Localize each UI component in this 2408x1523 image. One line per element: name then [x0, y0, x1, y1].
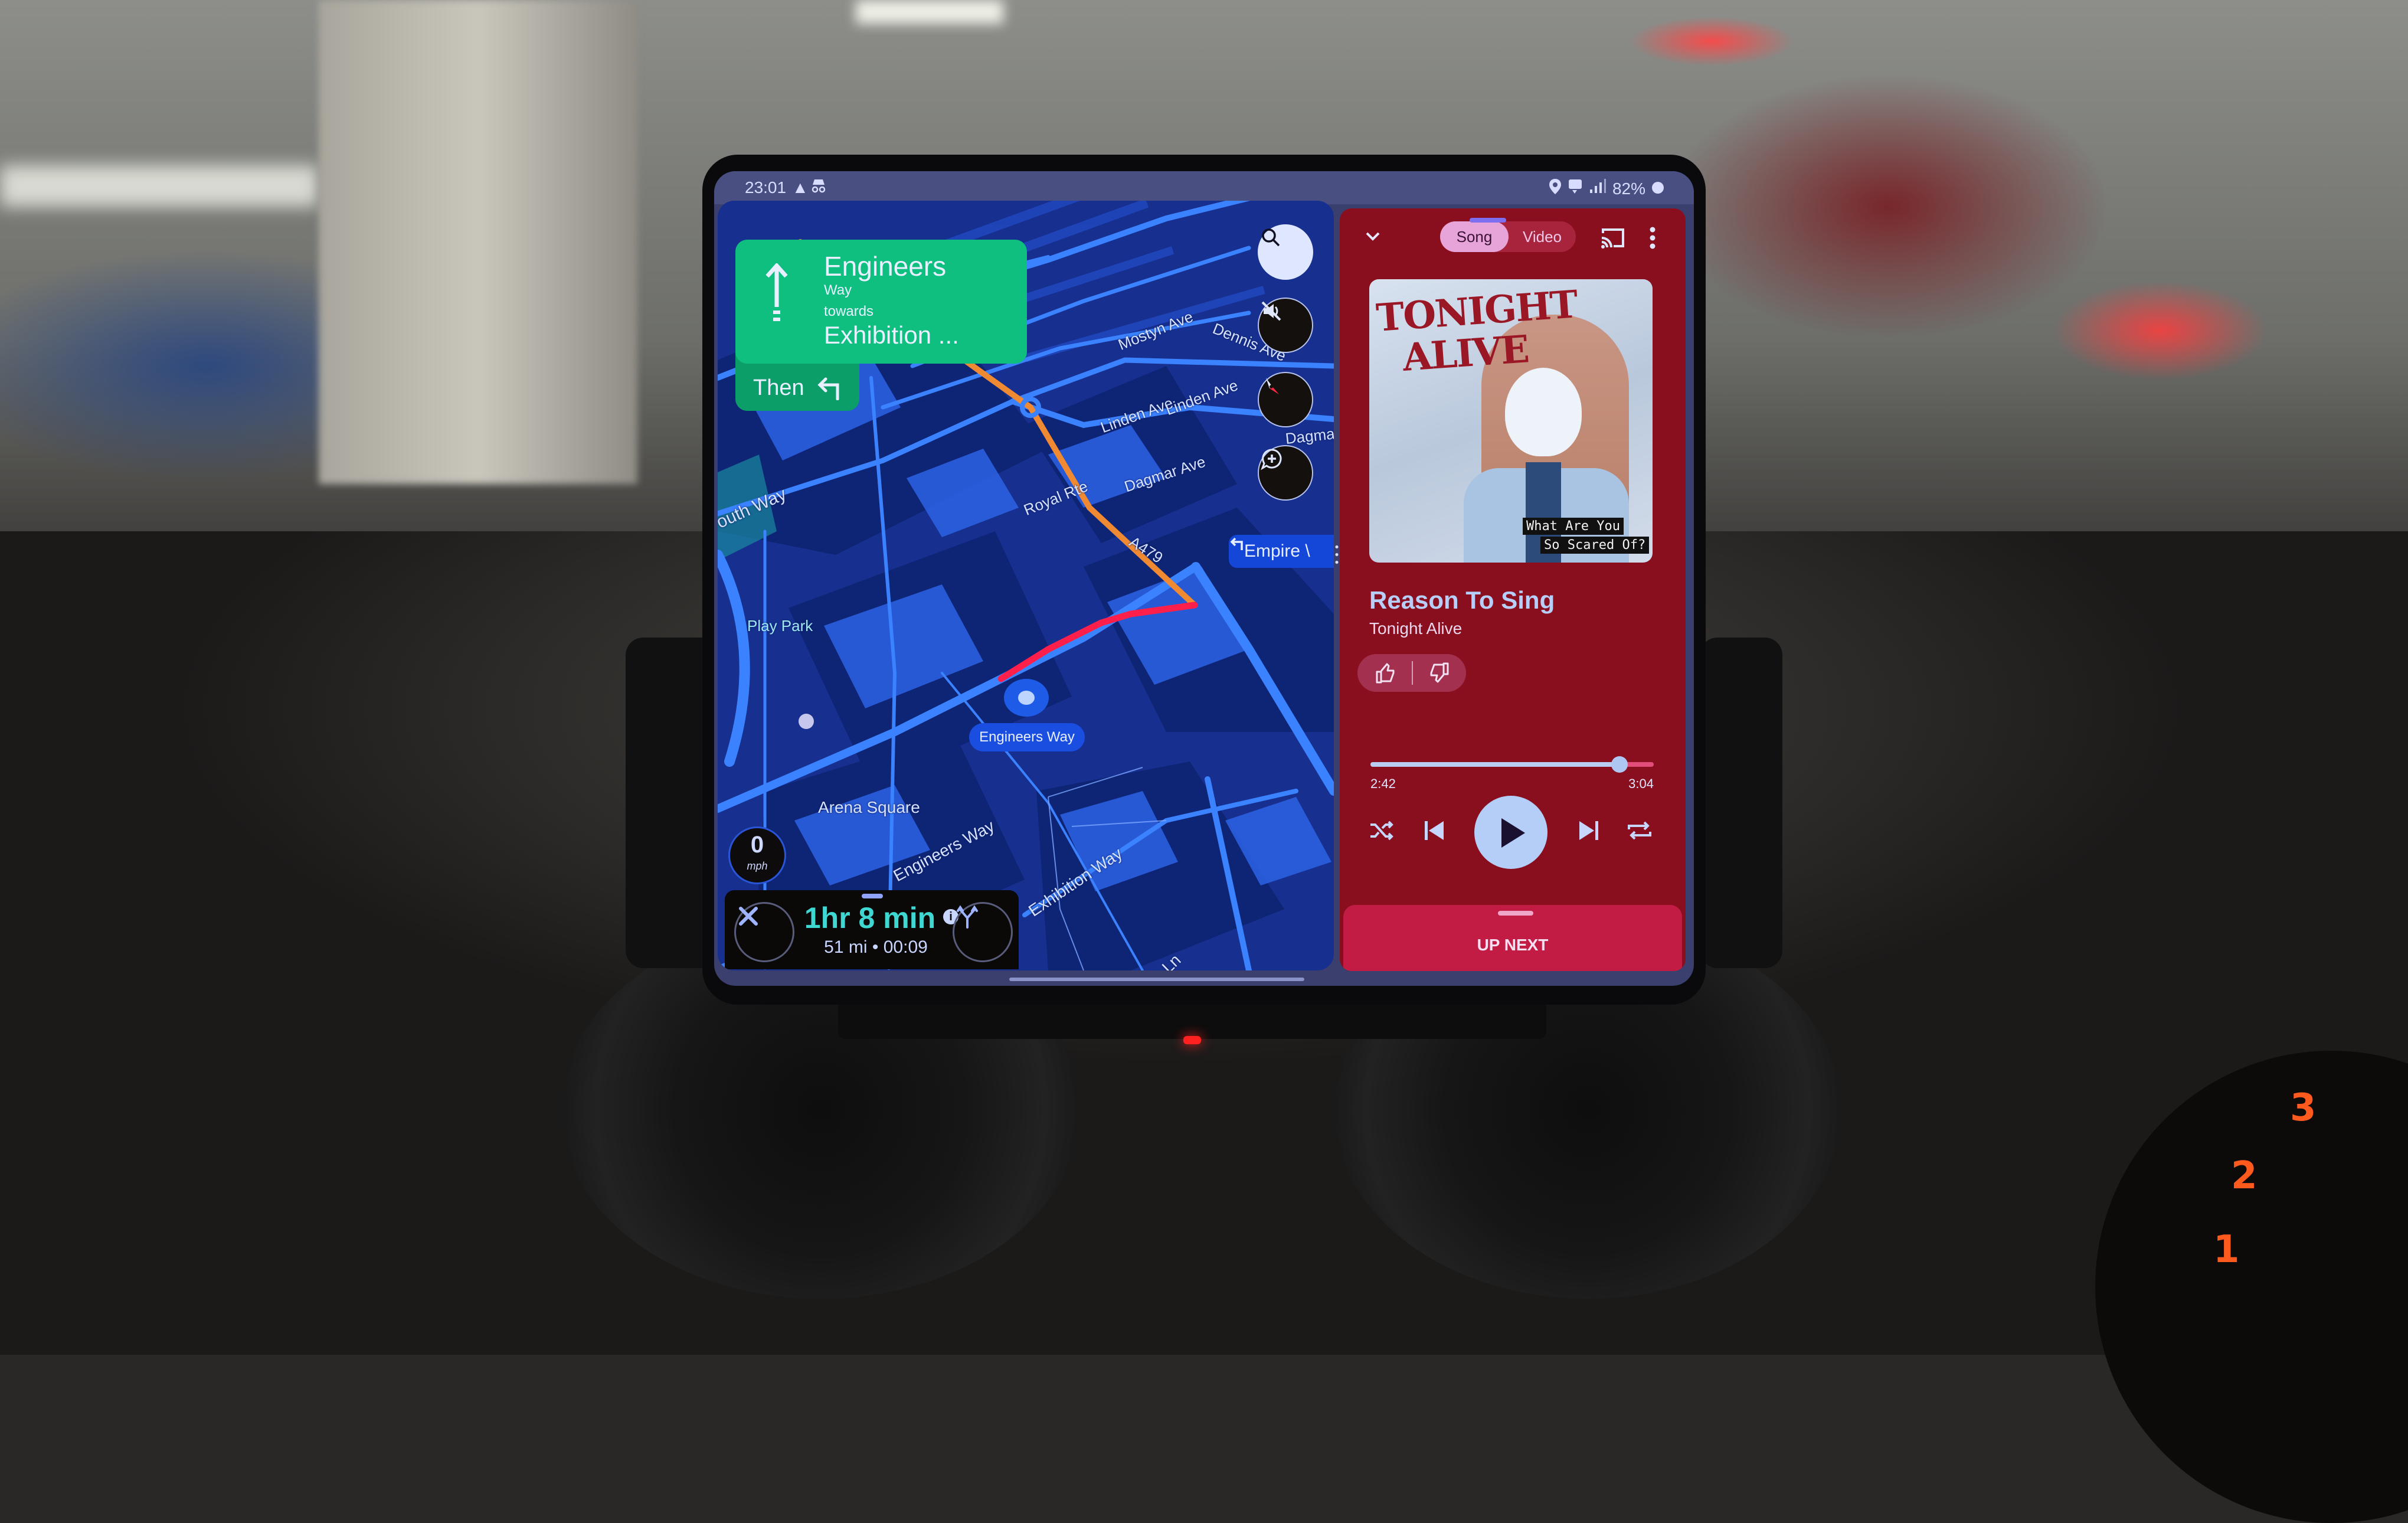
split-screen-handle[interactable]	[1335, 543, 1339, 567]
battery-level: 82%	[1612, 179, 1645, 198]
shuffle-icon[interactable]	[1367, 815, 1398, 846]
next-track-icon[interactable]	[1573, 815, 1604, 846]
tach-label: 2	[2231, 1154, 2258, 1198]
destination-marker[interactable]	[1004, 679, 1049, 717]
seek-bar-progress	[1370, 762, 1620, 767]
destination-label[interactable]: Engineers Way	[969, 723, 1085, 751]
exit-navigation-button[interactable]	[734, 902, 794, 962]
total-time: 3:04	[1628, 776, 1654, 791]
tach-label: 1	[2213, 1228, 2240, 1272]
tab-indicator	[1470, 218, 1506, 223]
seek-bar-thumb[interactable]	[1611, 756, 1628, 773]
album-art-face	[1505, 368, 1582, 456]
speed-unit: mph	[747, 860, 768, 872]
phone-mount-arm	[1700, 638, 1782, 968]
speed-value: 0	[750, 832, 764, 858]
drag-handle[interactable]	[1498, 911, 1533, 916]
song-video-toggle[interactable]: Song Video	[1440, 221, 1576, 252]
next-turn-callout: Empire \	[1229, 535, 1334, 568]
album-title-line: What Are You	[1523, 518, 1624, 535]
drag-handle[interactable]	[862, 894, 883, 898]
signal-icon	[1589, 179, 1607, 198]
play-icon	[1499, 817, 1527, 852]
search-button[interactable]	[1258, 224, 1313, 280]
navigation-banner[interactable]: Engineers Way towards Exhibition ...	[735, 240, 1027, 364]
seek-bar[interactable]	[1370, 756, 1654, 773]
towards-label: towards	[824, 303, 874, 319]
phone-screen: 23:01 ▲ 82% Mostyn Ave Dennis Ave Linden…	[714, 171, 1694, 986]
map-view[interactable]: Mostyn Ave Dennis Ave Linden Ave Linden …	[718, 201, 1334, 970]
eta-duration: 1hr 8 min	[804, 901, 936, 934]
gesture-navigation-bar[interactable]	[1009, 978, 1304, 981]
wifi-calling-icon	[1568, 178, 1583, 199]
album-title-line: So Scared Of?	[1540, 537, 1650, 554]
chevron-down-icon[interactable]	[1362, 226, 1383, 247]
repeat-icon[interactable]	[1624, 815, 1655, 846]
rating-divider	[1412, 661, 1413, 685]
turn-left-icon	[815, 374, 845, 400]
thumbs-down-icon[interactable]	[1427, 661, 1451, 688]
incognito-icon	[810, 177, 827, 199]
eta-separator: •	[872, 937, 879, 957]
album-art-band-name: TONIGHT ALIVE	[1375, 282, 1581, 380]
navigation-arrow-icon: ▲	[792, 178, 809, 197]
music-player: Song Video TONIGHT ALIVE What Are You So…	[1340, 208, 1686, 971]
next-turn-street: Empire \	[1244, 541, 1310, 561]
parking-pillar	[319, 0, 637, 484]
speedometer: 0 mph	[728, 826, 786, 884]
then-label: Then	[753, 375, 804, 400]
alternate-routes-button[interactable]	[953, 902, 1013, 962]
location-icon	[1549, 178, 1562, 199]
status-bar: 23:01 ▲ 82%	[714, 171, 1694, 204]
song-artist[interactable]: Tonight Alive	[1369, 619, 1462, 638]
ceiling-light	[856, 0, 1003, 24]
more-options-icon[interactable]	[1647, 225, 1658, 251]
trip-summary-panel[interactable]: 1hr 8 min i 51 mi • 00:09	[725, 890, 1019, 969]
map-label: Play Park	[747, 617, 813, 635]
song-title: Reason To Sing	[1369, 586, 1555, 614]
map-label: Arena Square	[818, 798, 920, 816]
elapsed-time: 2:42	[1370, 776, 1396, 791]
maneuver-destination: Exhibition ...	[824, 321, 959, 349]
album-art: TONIGHT ALIVE What Are You So Scared Of?	[1369, 279, 1653, 563]
battery-icon	[1651, 179, 1664, 198]
status-icons: 82%	[1549, 178, 1664, 199]
ceiling-light	[0, 165, 319, 207]
eta-arrival-time: 00:09	[883, 937, 928, 957]
up-next-drawer[interactable]: UP NEXT	[1343, 905, 1682, 971]
eta-details: 51 mi • 00:09	[799, 937, 953, 957]
play-button[interactable]	[1474, 796, 1547, 869]
previous-track-icon[interactable]	[1419, 815, 1450, 846]
tach-label: 3	[2290, 1086, 2317, 1130]
charging-led	[1183, 1036, 1201, 1044]
status-time: 23:01	[745, 178, 787, 197]
tab-song[interactable]: Song	[1440, 221, 1509, 252]
maneuver-street-suffix: Way	[824, 282, 852, 298]
tab-video[interactable]: Video	[1509, 221, 1576, 252]
report-incident-button[interactable]	[1258, 445, 1313, 501]
compass-button[interactable]	[1258, 372, 1313, 427]
current-location-marker	[799, 714, 814, 729]
mute-button[interactable]	[1258, 298, 1313, 353]
thumbs-up-icon[interactable]	[1374, 661, 1398, 688]
cast-icon[interactable]	[1599, 226, 1625, 250]
up-next-label: UP NEXT	[1477, 936, 1549, 954]
maneuver-street: Engineers	[824, 251, 947, 282]
arrow-up-icon	[765, 263, 789, 328]
rating-buttons	[1357, 654, 1466, 692]
eta-distance: 51 mi	[824, 937, 868, 957]
